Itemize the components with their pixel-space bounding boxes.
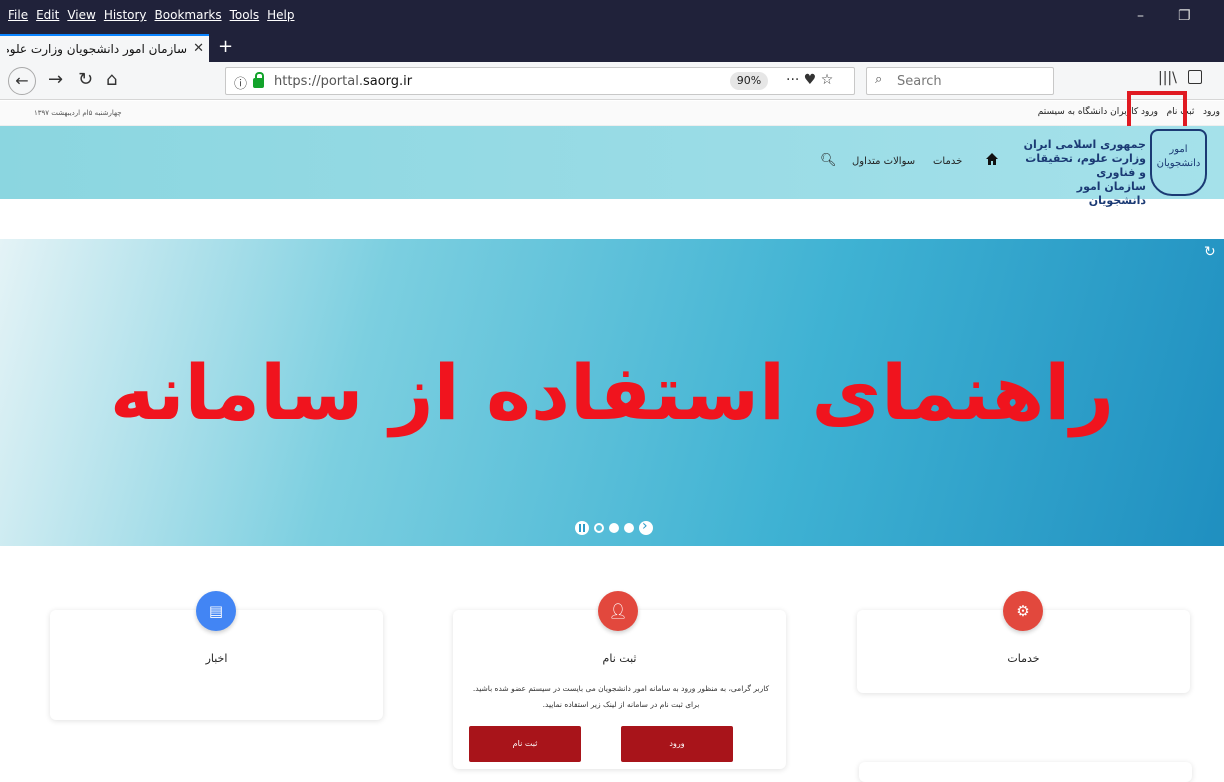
hero-title: راهنمای استفاده از سامانه <box>109 348 1115 437</box>
site-search-icon[interactable]: 🔍︎ <box>820 153 837 168</box>
signup-button[interactable]: ثبت نام <box>469 726 581 762</box>
tab-active[interactable]: سازمان امور دانشجویان وزارت علوم، تحقیقا… <box>0 34 209 62</box>
tab-title: سازمان امور دانشجویان وزارت علوم، تحقیقا… <box>7 42 187 56</box>
back-icon[interactable]: ← <box>8 67 36 95</box>
menu-items: File Edit View History Bookmarks Tools H… <box>8 8 295 22</box>
slider-controls <box>575 518 653 535</box>
menu-file[interactable]: File <box>8 8 28 22</box>
nav-services[interactable]: خدمات <box>933 156 962 167</box>
slider-dot[interactable] <box>594 523 604 533</box>
menu-bar: File Edit View History Bookmarks Tools H… <box>0 0 1224 33</box>
menu-view[interactable]: View <box>67 8 95 22</box>
slider-pause-icon[interactable] <box>575 521 589 535</box>
ministry-title: جمهوری اسلامی ایران وزارت علوم، تحقیقات … <box>1016 138 1146 208</box>
new-tab-icon[interactable]: + <box>218 36 233 57</box>
slider-next-icon[interactable] <box>639 518 653 535</box>
sidebar-icon[interactable] <box>1188 70 1202 84</box>
menu-help[interactable]: Help <box>267 8 294 22</box>
lock-icon <box>253 72 264 88</box>
slider-refresh-icon[interactable]: ↻ <box>1204 244 1216 260</box>
menu-history[interactable]: History <box>104 8 147 22</box>
site-logo[interactable]: امور دانشجویان <box>1150 129 1207 196</box>
info-icon[interactable]: ⓘ <box>234 73 247 92</box>
add-user-icon: 👤︎ <box>598 591 638 631</box>
zoom-indicator[interactable]: 90% <box>730 72 768 90</box>
logo-line-1: جمهوری اسلامی ایران <box>1023 138 1146 151</box>
minimize-button[interactable]: – <box>1137 8 1144 24</box>
tab-close-icon[interactable]: ✕ <box>193 41 204 56</box>
menu-bookmarks[interactable]: Bookmarks <box>155 8 222 22</box>
gear-icon: ⚙ <box>1003 591 1043 631</box>
slider-dot[interactable] <box>624 523 634 533</box>
hero-banner: ↻ راهنمای استفاده از سامانه <box>0 239 1224 546</box>
menu-edit[interactable]: Edit <box>36 8 59 22</box>
navigation-bar: ← → ↻ ⌂ ⓘ https://portal.saorg.ir 90% ··… <box>0 62 1224 100</box>
reload-icon[interactable]: ↻ <box>78 69 93 90</box>
search-input[interactable]: ⌕ Search <box>866 67 1054 95</box>
slider-dot[interactable] <box>609 523 619 533</box>
register-description: کاربر گرامی، به منظور ورود به سامانه امو… <box>472 684 770 709</box>
services-card-title: خدمات <box>1007 652 1040 665</box>
news-icon: ▤ <box>196 591 236 631</box>
logo-line-2: وزارت علوم، تحقیقات و فناوری <box>1025 152 1146 179</box>
current-date: چهارشنبه ۵ام اردیبهشت ۱۳۹۷ <box>34 109 122 117</box>
tab-strip: سازمان امور دانشجویان وزارت علوم، تحقیقا… <box>0 33 1224 62</box>
url-bar[interactable]: ⓘ https://portal.saorg.ir 90% ··· ♥ ☆ <box>225 67 855 95</box>
search-placeholder: Search <box>897 74 942 89</box>
news-card-title: اخبار <box>205 652 228 665</box>
top-login-link[interactable]: ورود <box>1203 107 1220 117</box>
page-actions-icon[interactable]: ··· ♥ ☆ <box>786 72 833 88</box>
logo-line-3: سازمان امور دانشجویان <box>1076 180 1146 207</box>
home-icon[interactable]: ⌂ <box>106 69 117 90</box>
highlight-box <box>1127 91 1187 130</box>
extra-card <box>859 762 1192 782</box>
home-nav-icon[interactable] <box>985 152 999 166</box>
menu-tools[interactable]: Tools <box>230 8 260 22</box>
library-icon[interactable]: |||\ <box>1158 70 1177 86</box>
register-card-title: ثبت نام <box>602 652 637 665</box>
url-text: https://portal.saorg.ir <box>274 74 413 89</box>
site-top-strip: چهارشنبه ۵ام اردیبهشت ۱۳۹۷ ورود ثبت نام … <box>0 101 1224 126</box>
restore-button[interactable]: ❐ <box>1178 8 1191 24</box>
search-icon: ⌕ <box>875 72 883 87</box>
nav-faq[interactable]: سوالات متداول <box>852 156 915 167</box>
site-header: امور دانشجویان جمهوری اسلامی ایران وزارت… <box>0 126 1224 207</box>
login-button[interactable]: ورود <box>621 726 733 762</box>
forward-icon[interactable]: → <box>48 69 63 90</box>
